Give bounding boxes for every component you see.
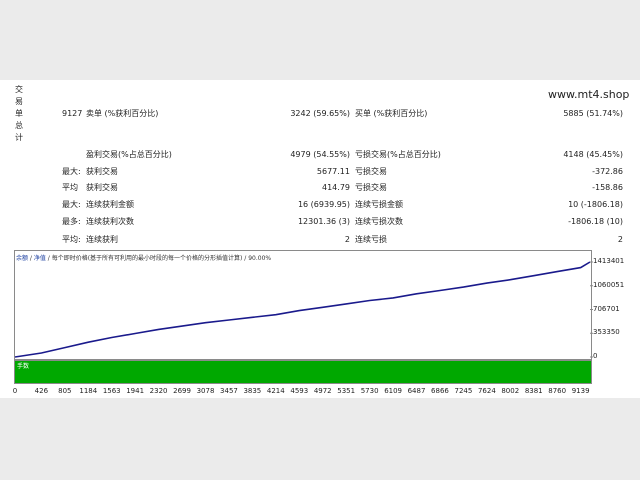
x-tick-label: 5730 [360, 387, 379, 395]
x-tick-label: 7624 [477, 387, 496, 395]
y-tick-label: 706701 [593, 304, 620, 313]
x-tick-label: 805 [58, 387, 72, 395]
x-tick-label: 6866 [431, 387, 449, 395]
x-tick-label: 6487 [407, 387, 426, 395]
x-tick-label: 9139 [571, 387, 590, 395]
x-tick-label: 3457 [220, 387, 238, 395]
x-tick-label: 1563 [102, 387, 121, 395]
x-tick-label: 1184 [79, 387, 98, 395]
y-tick-label: 0 [593, 352, 598, 360]
chart-svg [14, 261, 593, 358]
x-tick-label: 426 [34, 387, 49, 395]
x-tick-label: 8381 [524, 387, 543, 395]
y-tick-label: 353350 [593, 328, 620, 337]
x-tick-label: 3835 [243, 387, 262, 395]
balance-line [14, 261, 591, 358]
y-tick-label: 1413401 [593, 257, 625, 265]
x-tick-label: 1941 [126, 387, 145, 395]
volume-label: 手数 [17, 363, 30, 370]
x-tick-label: 2699 [173, 387, 191, 395]
y-tick-label: 1060051 [593, 280, 625, 289]
x-tick-label: 5351 [337, 387, 356, 395]
x-tick-label: 7245 [454, 387, 473, 395]
x-tick-label: 8760 [548, 387, 567, 395]
x-tick-label: 0 [12, 387, 18, 395]
x-tick-label: 6109 [384, 387, 403, 395]
x-tick-label: 4972 [313, 387, 332, 395]
x-tick-label: 4593 [290, 387, 309, 395]
x-tick-label: 2320 [149, 387, 168, 395]
x-tick-label: 4214 [266, 387, 285, 395]
x-tick-label: 8002 [501, 387, 520, 395]
x-tick-label: 3078 [196, 387, 215, 395]
volume-panel [14, 360, 592, 384]
